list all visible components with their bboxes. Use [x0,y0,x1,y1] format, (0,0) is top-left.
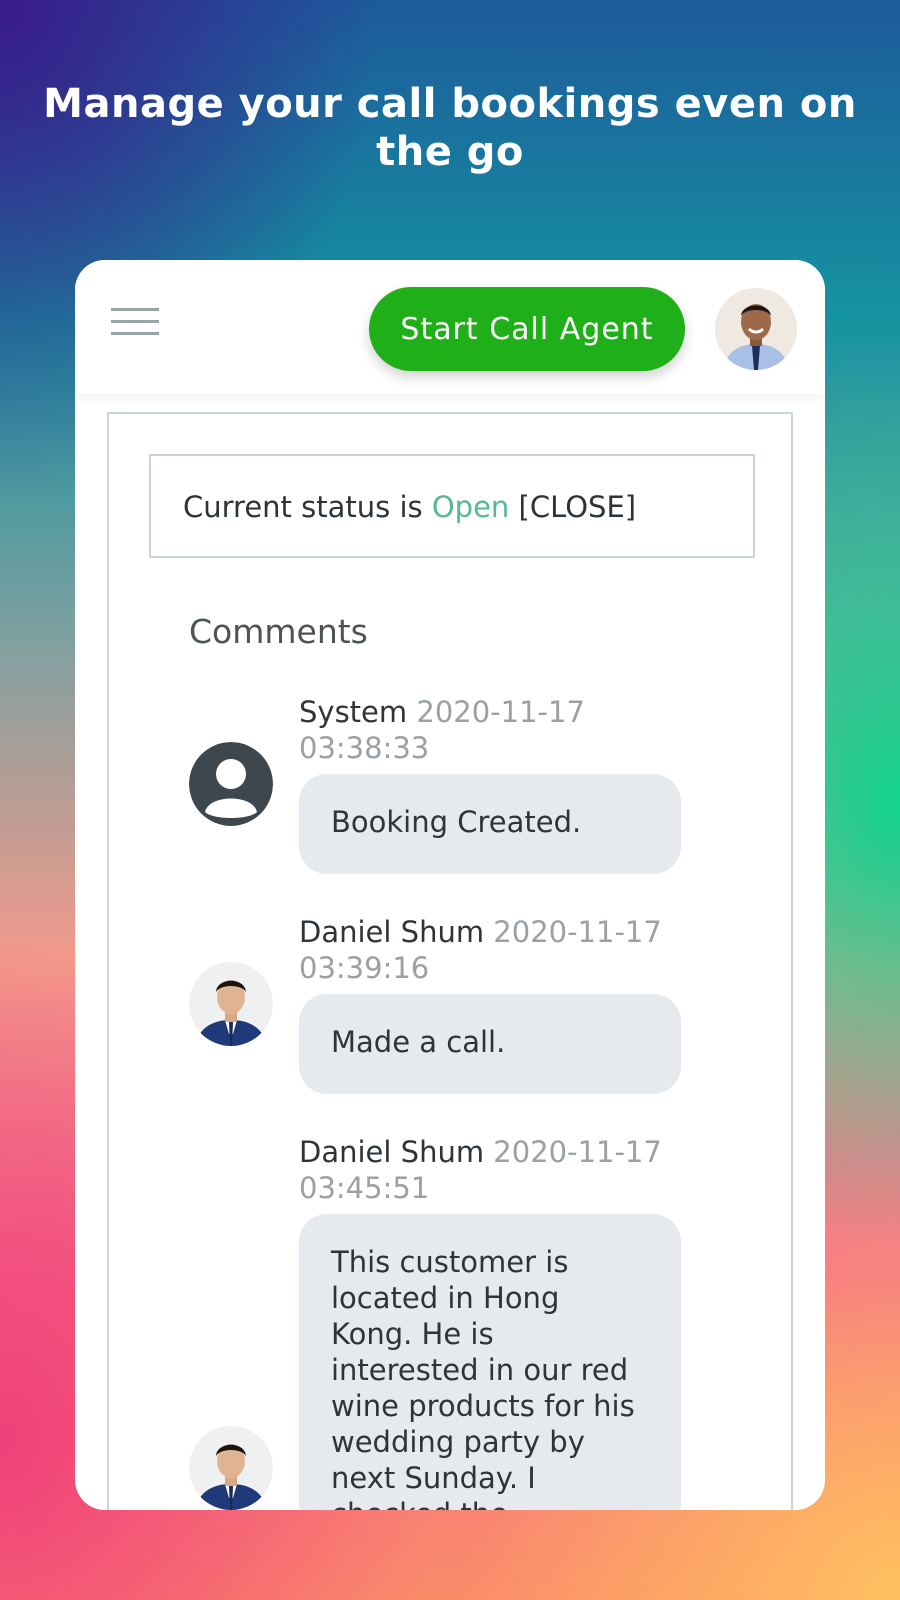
user-avatar [189,962,273,1046]
user-avatar[interactable] [715,288,797,370]
comment-author: Daniel Shum [299,1135,485,1169]
comment-meta: Daniel Shum 2020-11-17 03:39:16 [299,914,689,986]
status-prefix: Current status is [183,490,423,524]
page-headline: Manage your call bookings even on the go [43,81,857,175]
start-call-agent-button[interactable]: Start Call Agent [369,287,685,371]
comment-meta: System 2020-11-17 03:38:33 [299,694,689,766]
app-screen: Start Call Agent Current status is Open … [75,260,825,1510]
menu-icon[interactable] [111,308,159,338]
comment-meta: Daniel Shum 2020-11-17 03:45:51 [299,1134,689,1206]
comment-bubble: Made a call. [299,994,681,1094]
status-box: Current status is Open [CLOSE] [149,454,755,558]
status-value: Open [431,490,510,524]
comment-author: Daniel Shum [299,915,485,949]
comment-author: System [299,695,408,729]
booking-detail-panel: Current status is Open [CLOSE] Comments … [107,412,793,1510]
comment-bubble: This customer is located in Hong Kong. H… [299,1214,681,1510]
user-avatar [189,1426,273,1510]
comments-heading: Comments [189,612,368,651]
close-status-link[interactable]: [CLOSE] [519,490,637,524]
comment-bubble: Booking Created. [299,774,681,874]
top-bar: Start Call Agent [75,260,825,394]
system-avatar-icon [189,742,273,826]
